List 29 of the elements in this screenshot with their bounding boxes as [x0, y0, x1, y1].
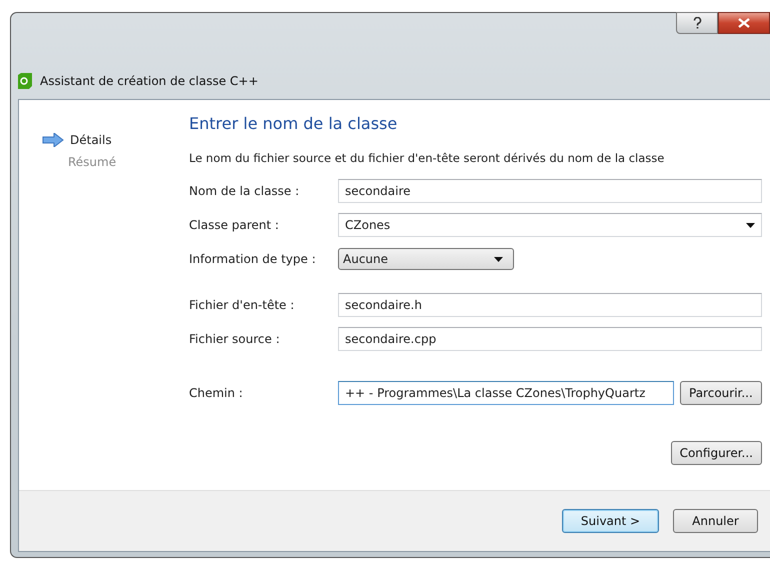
text-field[interactable]: secondaire.cpp [338, 327, 762, 351]
path-field[interactable]: ++ - Programmes\La classe CZones\TrophyQuartz [338, 381, 674, 405]
description-text: Le nom du fichier source et du fichier d'en-tête seront dérivés du nom de la classe [189, 151, 666, 165]
browse-button[interactable]: Parcourir... [680, 381, 762, 405]
footer-button[interactable]: Suivant > [562, 509, 659, 533]
field-label: Information de type : [189, 252, 317, 266]
page-heading: Entrer le nom de la classe [189, 114, 398, 133]
help-icon [692, 17, 702, 29]
field-label: Classe parent : [189, 218, 280, 232]
wizard-step: Détails [70, 133, 112, 147]
arrow-icon [42, 133, 64, 147]
window-title: Assistant de création de classe C++ [40, 74, 258, 88]
close-button[interactable] [718, 12, 770, 34]
wizard-step: Résumé [68, 155, 116, 169]
dropdown-button[interactable]: Aucune [338, 248, 514, 270]
combo-box[interactable]: CZones [338, 213, 762, 237]
field-label: Chemin : [189, 386, 244, 400]
field-label: Fichier d'en-tête : [189, 298, 296, 312]
configure-button[interactable]: Configurer... [670, 441, 762, 465]
text-field[interactable]: secondaire.h [338, 293, 762, 317]
app-logo-icon [18, 73, 32, 89]
help-button[interactable] [676, 12, 718, 34]
footer-button[interactable]: Annuler [673, 509, 758, 533]
dropdown-arrow-icon [746, 222, 755, 228]
text-field[interactable]: secondaire [338, 179, 762, 203]
field-label: Nom de la classe : [189, 184, 300, 198]
field-label: Fichier source : [189, 332, 281, 346]
close-icon [738, 18, 750, 28]
dropdown-arrow-icon [494, 256, 503, 262]
